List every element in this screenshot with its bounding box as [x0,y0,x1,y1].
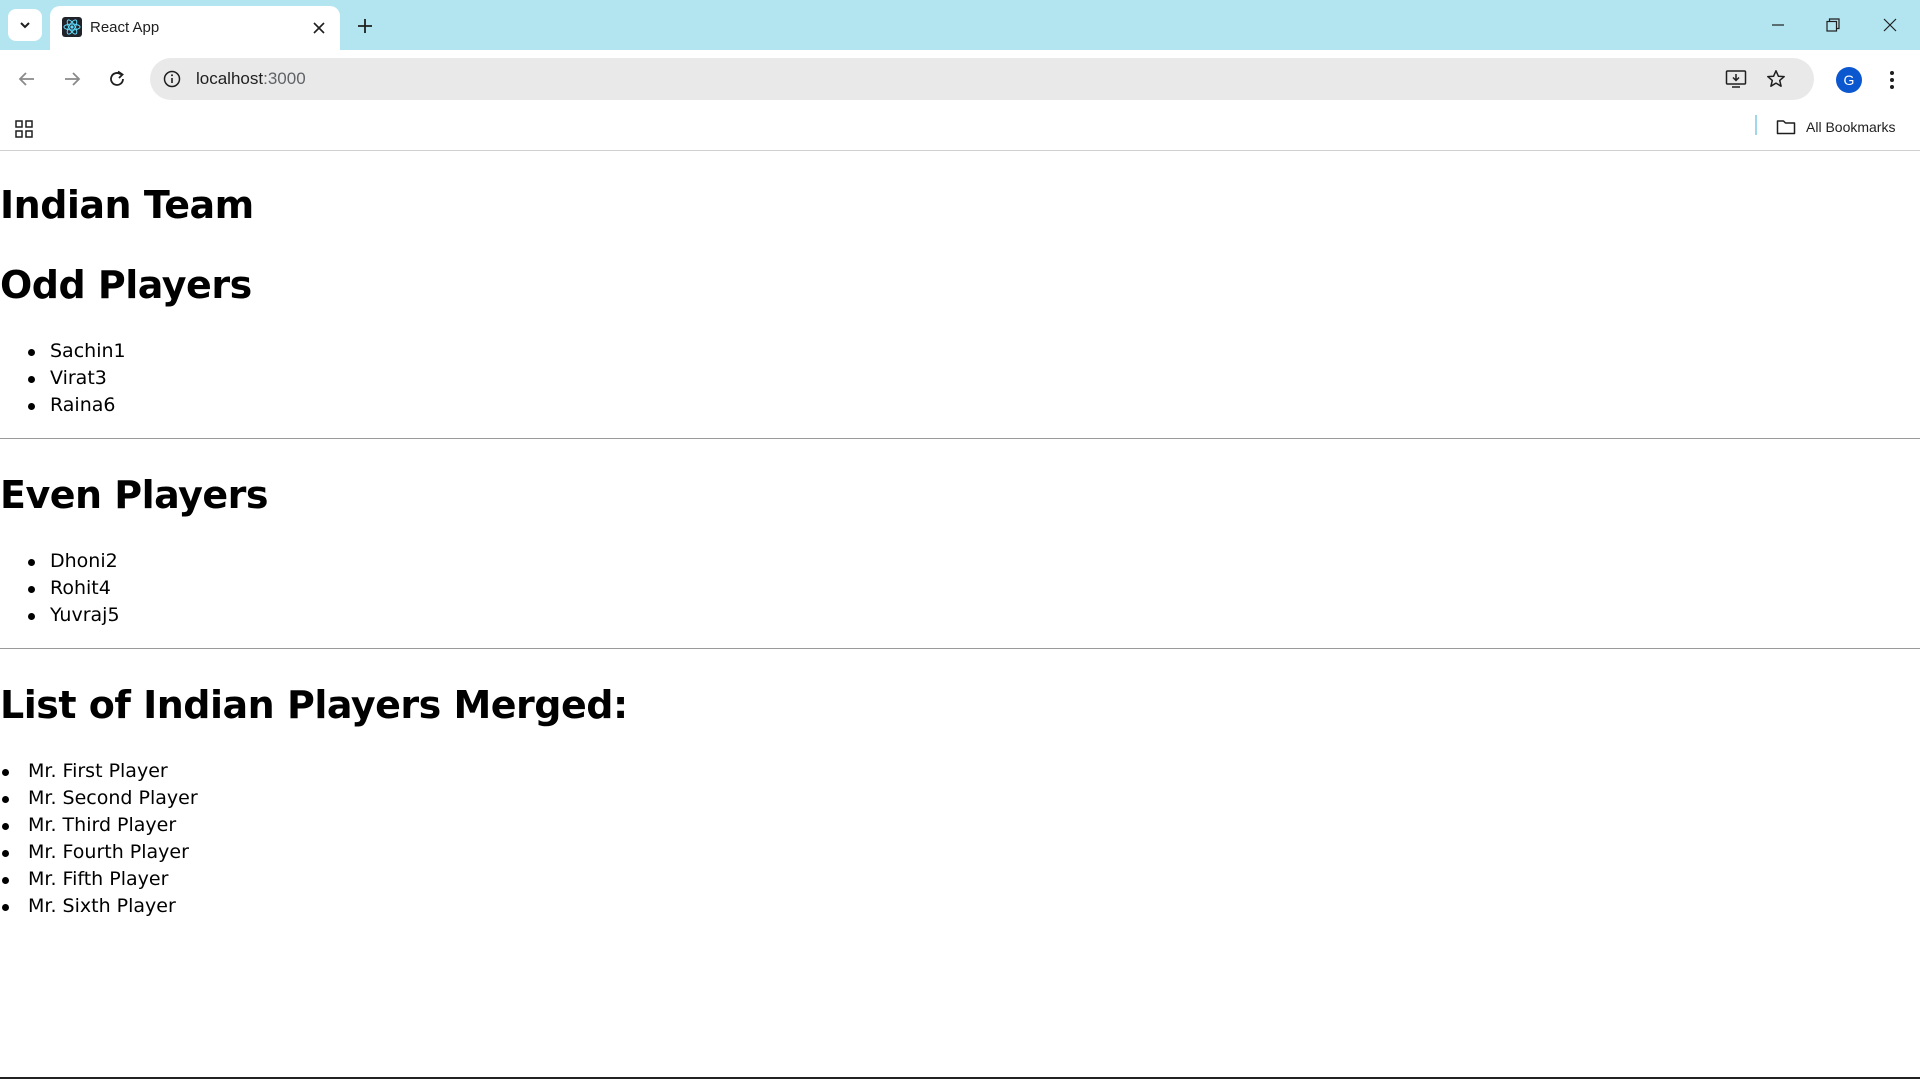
browser-toolbar: localhost:3000 G [0,50,1920,108]
list-item: Dhoni2 [28,548,120,575]
window-bottom-edge [0,1077,1920,1079]
bookmarks-separator [1755,115,1757,135]
all-bookmarks-button[interactable]: All Bookmarks [1776,114,1895,140]
merged-players-list: Mr. First Player Mr. Second Player Mr. T… [2,758,198,920]
bookmarks-bar: All Bookmarks [0,108,1920,151]
tab-react-app[interactable]: React App [50,6,340,50]
list-item: Mr. Second Player [2,785,198,812]
back-icon[interactable] [10,62,44,96]
list-item: Virat3 [28,365,126,392]
list-item: Raina6 [28,392,126,419]
site-info-icon[interactable] [162,69,182,89]
merged-players-heading: List of Indian Players Merged: [0,683,628,727]
tab-title: React App [90,19,160,36]
forward-icon[interactable] [55,62,89,96]
menu-kebab-icon[interactable] [1880,66,1904,94]
apps-grid-icon[interactable] [14,119,34,139]
odd-players-list: Sachin1 Virat3 Raina6 [28,338,126,419]
folder-icon [1776,120,1796,135]
react-icon [62,17,82,37]
bookmark-star-icon[interactable] [1764,67,1788,91]
chevron-down-icon [20,22,30,29]
list-item: Mr. Third Player [2,812,198,839]
all-bookmarks-label: All Bookmarks [1806,119,1896,135]
list-item: Rohit4 [28,575,120,602]
even-players-list: Dhoni2 Rohit4 Yuvraj5 [28,548,120,629]
divider [0,438,1920,439]
address-bar[interactable]: localhost:3000 [150,58,1814,100]
profile-avatar[interactable]: G [1836,67,1862,93]
list-item: Mr. Fifth Player [2,866,198,893]
close-window-icon[interactable] [1870,10,1910,40]
list-item: Yuvraj5 [28,602,120,629]
list-item: Mr. First Player [2,758,198,785]
list-item: Mr. Sixth Player [2,893,198,920]
page-title: Indian Team [0,183,254,227]
restore-icon[interactable] [1813,10,1853,40]
list-item: Mr. Fourth Player [2,839,198,866]
odd-players-heading: Odd Players [0,263,252,307]
close-tab-icon[interactable] [310,19,328,37]
url-text[interactable]: localhost:3000 [196,69,306,89]
tab-search-button[interactable] [8,9,42,41]
tab-strip: React App [0,0,1920,50]
list-item: Sachin1 [28,338,126,365]
reload-icon[interactable] [100,62,134,96]
divider [0,648,1920,649]
url-port: :3000 [263,69,306,88]
page-content: Indian Team Odd Players Sachin1 Virat3 R… [0,151,1920,1079]
new-tab-icon[interactable] [352,13,378,39]
install-app-icon[interactable] [1724,67,1748,91]
url-host: localhost [196,69,264,88]
minimize-icon[interactable] [1758,10,1798,40]
even-players-heading: Even Players [0,473,269,517]
